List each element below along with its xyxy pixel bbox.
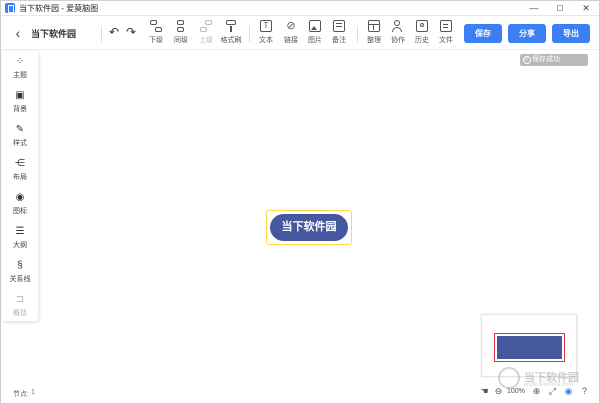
text-icon: T [260,20,272,32]
tool-parent-node[interactable]: 上级 [193,20,219,48]
theme-icon: ⁘ [15,56,25,67]
document-title[interactable]: 当下软件园 [31,27,76,40]
tool-format-painter[interactable]: 格式刷 [218,20,244,48]
tool-child-node[interactable]: 下级 [143,20,169,48]
root-node[interactable]: 当下软件园 [270,214,348,241]
sidebar-item-background[interactable]: ▣ 背景 [2,87,38,117]
export-button[interactable]: 导出 [552,24,590,43]
fit-screen-icon[interactable]: ⤢ [547,386,558,397]
redo-icon[interactable]: ↷ [124,25,138,39]
style-icon: ✎ [15,124,25,135]
tool-label: 同级 [174,37,188,44]
minimize-button[interactable]: — [521,1,547,16]
minimap-root-node [497,336,562,359]
tool-file[interactable]: 文件 [433,20,459,48]
app-window: 当下软件园 - 爱莫脑图 — ☐ ✕ ‹ 当下软件园 ↶ ↷ 下级 同级 上级 … [0,0,600,404]
window-title: 当下软件园 - 爱莫脑图 [19,4,99,13]
link-icon: ⊘ [286,20,296,32]
toolbar-divider [249,26,250,42]
sidebar-item-theme[interactable]: ⁘ 主题 [2,53,38,83]
save-status-text: 保存成功 [532,56,560,63]
file-icon [440,20,452,32]
app-logo-icon [5,3,15,13]
share-button[interactable]: 分享 [508,24,546,43]
tool-label: 上级 [199,37,213,44]
node-count-value: 1 [31,389,35,396]
sidebar-item-outline[interactable]: ☰ 大纲 [2,223,38,253]
outline-icon: ☰ [15,226,25,237]
help-icon[interactable]: ? [579,386,590,397]
tool-image[interactable]: 图片 [302,20,328,48]
node-count-label: 节点: [13,391,29,398]
note-icon [333,20,345,32]
history-icon [416,20,428,32]
sibling-node-icon [175,20,187,32]
tool-sibling-node[interactable]: 同级 [168,20,194,48]
tool-label: 备注 [332,37,346,44]
image-icon [309,20,321,32]
tool-label: 图片 [308,37,322,44]
tool-label: 文本 [259,37,273,44]
tool-collaborate[interactable]: 协作 [385,20,411,48]
tool-label: 下级 [149,37,163,44]
sidebar-item-marker[interactable]: ◉ 图标 [2,189,38,219]
tool-arrange[interactable]: 整理 [361,20,387,48]
child-node-icon [150,20,162,32]
sidebar-item-relation-line[interactable]: § 关系线 [2,257,38,287]
close-button[interactable]: ✕ [573,1,599,16]
tool-text[interactable]: T 文本 [253,20,279,48]
toolbar-divider [101,26,102,42]
save-status-badge: ✓ 保存成功 [520,54,588,66]
eye-icon[interactable]: ◉ [563,386,574,397]
zoom-out-icon[interactable]: ⊖ [493,386,504,397]
sidebar-item-label: 图标 [13,208,27,215]
tool-label: 格式刷 [220,37,242,44]
toolbar: ‹ 当下软件园 ↶ ↷ 下级 同级 上级 格式刷 T 文本 ⊘ 链接 图片 备注… [1,16,599,50]
maximize-button[interactable]: ☐ [547,1,573,16]
relation-line-icon: § [17,260,23,271]
sidebar-item-label: 主题 [13,72,27,79]
title-bar: 当下软件园 - 爱莫脑图 — ☐ ✕ [1,1,599,16]
check-icon: ✓ [523,56,531,64]
sidebar-item-label: 大纲 [13,242,27,249]
tool-note[interactable]: 备注 [326,20,352,48]
tool-history[interactable]: 历史 [409,20,435,48]
left-panel: ⁘ 主题 ▣ 背景 ✎ 样式 ⋲ 布局 ◉ 图标 ☰ 大纲 § 关系线 ⊐ 概括 [2,51,38,321]
sidebar-item-label: 概括 [13,310,27,317]
tool-label: 历史 [415,37,429,44]
save-button[interactable]: 保存 [464,24,502,43]
tool-label: 整理 [367,37,381,44]
minimap-viewport[interactable] [494,333,565,362]
zoom-level: 100% [507,388,525,395]
hand-tool-icon[interactable]: ☚ [479,386,490,397]
layout-icon: ⋲ [15,158,25,169]
toolbar-divider [357,26,358,42]
tool-label: 文件 [439,37,453,44]
tool-label: 协作 [391,37,405,44]
tool-label: 链接 [284,37,298,44]
sidebar-item-label: 背景 [13,106,27,113]
sidebar-item-layout[interactable]: ⋲ 布局 [2,155,38,185]
format-painter-icon [225,20,237,32]
sidebar-item-style[interactable]: ✎ 样式 [2,121,38,151]
back-arrow-icon[interactable]: ‹ [11,25,25,41]
parent-node-icon [200,20,212,32]
sidebar-item-label: 关系线 [9,276,31,283]
sidebar-item-label: 布局 [13,174,27,181]
sidebar-item-label: 样式 [13,140,27,147]
summary-icon: ⊐ [15,294,25,305]
marker-icon: ◉ [15,192,25,203]
collaborate-icon [392,20,404,32]
zoom-in-icon[interactable]: ⊕ [531,386,542,397]
tool-link[interactable]: ⊘ 链接 [278,20,304,48]
sidebar-item-summary[interactable]: ⊐ 概括 [2,291,38,321]
undo-icon[interactable]: ↶ [107,25,121,39]
arrange-icon [368,20,380,32]
background-icon: ▣ [15,90,25,101]
